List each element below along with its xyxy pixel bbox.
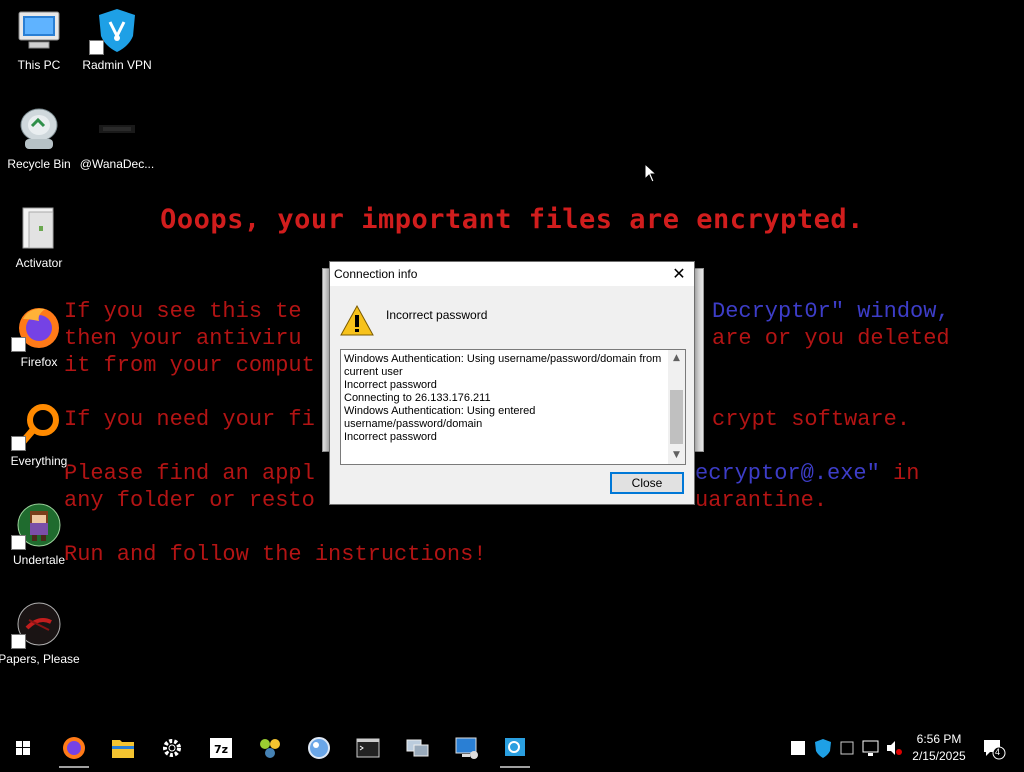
taskbar-7zip[interactable]: 7z xyxy=(198,728,244,768)
notification-icon xyxy=(984,740,1006,760)
log-scrollbar[interactable]: ▲ ▼ xyxy=(668,350,685,464)
shortcut-arrow-icon xyxy=(11,337,26,352)
this-pc-icon xyxy=(15,6,63,54)
desktop-icon-activator[interactable]: Activator xyxy=(0,204,78,290)
activator-icon xyxy=(15,204,63,252)
clock-date: 2/15/2025 xyxy=(912,749,966,763)
recycle-bin-icon xyxy=(15,105,63,153)
taskbar-radmin-viewer[interactable] xyxy=(492,728,538,768)
ransom-line: Please find an appl xyxy=(64,461,315,486)
taskbar: 7z 6:56 PM 2/15/2025 4 xyxy=(0,728,1024,768)
dialog-titlebar[interactable]: Connection info ✕ xyxy=(330,262,694,286)
firefox-icon xyxy=(63,737,85,759)
action-center-button[interactable]: 4 xyxy=(980,728,1006,768)
tray-volume[interactable] xyxy=(884,728,906,768)
taskbar-browser-app[interactable] xyxy=(296,728,342,768)
desktop-icon-label: Everything xyxy=(10,454,68,468)
desktop-icon-this-pc[interactable]: This PC xyxy=(0,6,78,92)
taskbar-remote-desktop[interactable] xyxy=(443,728,489,768)
ransom-line: ecryptor@.exe" in xyxy=(695,461,920,486)
ransom-line: Run and follow the instructions! xyxy=(64,542,487,567)
file-explorer-icon xyxy=(112,740,134,758)
ransom-line: crypt software. xyxy=(712,407,911,432)
desktop-icon-label: Papers, Please xyxy=(0,652,80,666)
tray-network[interactable] xyxy=(860,728,882,768)
tray-show-desktop-square[interactable] xyxy=(786,728,810,768)
desktop-icon-label: Undertale xyxy=(12,553,66,567)
desktop-icon-recycle-bin[interactable]: Recycle Bin xyxy=(0,105,78,191)
taskbar-app[interactable] xyxy=(247,728,293,768)
browser-app-icon xyxy=(308,737,330,759)
ransom-line: Decrypt0r" window, xyxy=(712,299,950,324)
desktop-icon-undertale[interactable]: Undertale xyxy=(0,501,78,587)
shortcut-arrow-icon xyxy=(11,634,26,649)
svg-text:7z: 7z xyxy=(214,743,228,756)
shortcut-arrow-icon xyxy=(89,40,104,55)
ransom-line: it from your comput xyxy=(64,353,315,378)
tray-square-icon xyxy=(840,741,854,755)
start-button[interactable] xyxy=(0,728,46,768)
settings-icon xyxy=(163,739,181,757)
connection-info-dialog: Connection info ✕ Incorrect password Win… xyxy=(329,261,695,505)
taskbar-terminal[interactable] xyxy=(345,728,391,768)
desktop-icon-firefox[interactable]: Firefox xyxy=(0,303,78,389)
desktop-icon-papers-please[interactable]: Papers, Please xyxy=(0,600,80,686)
shortcut-arrow-icon xyxy=(11,436,26,451)
ransom-line: any folder or resto xyxy=(64,488,315,513)
taskbar-firefox[interactable] xyxy=(51,728,97,768)
tray-radmin-vpn[interactable] xyxy=(811,728,835,768)
close-button[interactable]: Close xyxy=(610,472,684,494)
desktop-icon-label: Activator xyxy=(15,256,63,270)
ransom-line: If you need your fi xyxy=(64,407,315,432)
volume-muted-icon xyxy=(887,741,902,755)
ransom-line: are or you deleted xyxy=(712,326,950,351)
scroll-up-icon[interactable]: ▲ xyxy=(668,350,685,367)
ransom-title: Ooops, your important files are encrypte… xyxy=(160,204,864,235)
ransom-line: then your antiviru xyxy=(64,326,302,351)
radmin-vpn-icon xyxy=(815,739,831,758)
start-icon xyxy=(16,741,30,755)
scroll-down-icon[interactable]: ▼ xyxy=(668,447,685,464)
taskbar-settings[interactable] xyxy=(149,728,195,768)
dialog-close-icon[interactable]: ✕ xyxy=(664,262,694,286)
7zip-icon: 7z xyxy=(210,738,232,758)
taskbar-clock[interactable]: 6:56 PM 2/15/2025 xyxy=(906,731,972,765)
shortcut-arrow-icon xyxy=(11,535,26,550)
desktop-icon-label: Radmin VPN xyxy=(82,58,152,72)
ransom-line: uarantine. xyxy=(695,488,828,513)
desktop-icon-radmin-vpn[interactable]: Radmin VPN xyxy=(78,6,156,92)
taskbar-network-tool[interactable] xyxy=(394,728,440,768)
desktop-icon-everything[interactable]: Everything xyxy=(0,402,78,488)
mouse-pointer-icon xyxy=(644,162,658,183)
tray-item[interactable] xyxy=(836,728,858,768)
desktop-icon-wanadecryptor[interactable]: @WanaDec... xyxy=(78,105,156,191)
remote-desktop-icon xyxy=(455,737,478,759)
app-icon xyxy=(260,739,280,758)
ransom-line: If you see this te xyxy=(64,299,302,324)
network-icon xyxy=(862,740,879,756)
desktop-icon-label: @WanaDec... xyxy=(79,157,155,171)
tray-app-icon xyxy=(791,741,805,755)
dialog-message: Incorrect password xyxy=(386,308,488,322)
warning-icon xyxy=(340,304,374,338)
desktop-icon-label: Firefox xyxy=(20,355,58,369)
dialog-title: Connection info xyxy=(334,267,418,281)
connection-log-textbox[interactable]: Windows Authentication: Using username/p… xyxy=(340,349,686,465)
terminal-icon xyxy=(356,738,380,758)
connection-log-text: Windows Authentication: Using username/p… xyxy=(344,353,662,443)
taskbar-file-explorer[interactable] xyxy=(100,728,146,768)
wanadecryptor-icon xyxy=(93,105,141,153)
notification-count: 4 xyxy=(995,747,1001,757)
clock-time: 6:56 PM xyxy=(916,732,962,746)
radmin-viewer-icon xyxy=(505,738,525,756)
network-tool-icon xyxy=(406,739,429,757)
scroll-thumb[interactable] xyxy=(670,390,683,444)
